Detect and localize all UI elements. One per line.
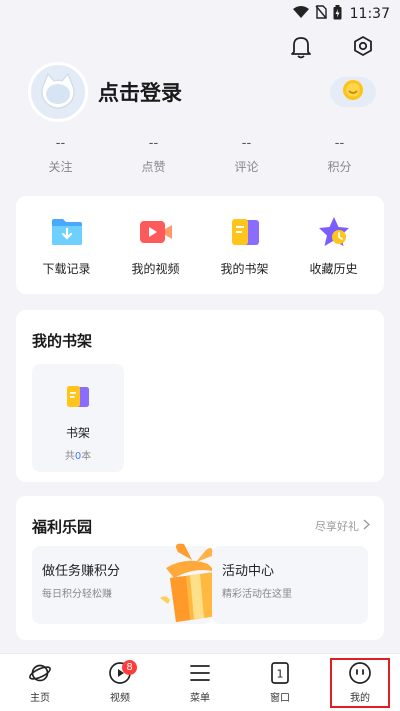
count-suffix: 本 (81, 451, 92, 462)
window-count: 1 (277, 668, 284, 681)
quick-action-videos[interactable]: 我的视频 (115, 214, 197, 277)
menu-icon (188, 661, 212, 685)
tab-windows[interactable]: 1 窗口 (250, 658, 310, 708)
chevron-right-icon (363, 519, 371, 533)
bookshelf-icon (63, 382, 93, 412)
tab-label: 菜单 (190, 693, 210, 704)
stat-value: -- (334, 136, 345, 151)
video-icon (138, 214, 174, 250)
stat-points[interactable]: -- 积分 (300, 134, 380, 182)
tab-home[interactable]: 主页 (10, 658, 70, 708)
welfare-title: 福利乐园 (32, 518, 93, 536)
stat-label: 积分 (327, 160, 352, 174)
top-actions (288, 34, 376, 60)
welfare-more-link[interactable]: 尽享好礼 (315, 518, 371, 534)
quick-action-label: 我的书架 (220, 261, 269, 276)
quick-action-label: 下载记录 (42, 261, 91, 276)
planet-icon (28, 661, 52, 685)
smiley-coin-icon (342, 79, 364, 105)
coin-button[interactable] (330, 77, 376, 107)
stat-comments[interactable]: -- 评论 (207, 134, 287, 182)
settings-hexagon-icon[interactable] (350, 34, 376, 60)
tab-menu[interactable]: 菜单 (170, 658, 230, 708)
activity-center-banner[interactable]: 活动中心 精彩活动在这里 (212, 546, 368, 624)
quick-action-bookshelf[interactable]: 我的书架 (204, 214, 286, 277)
wifi-icon (292, 5, 309, 23)
login-prompt[interactable]: 点击登录 (98, 77, 182, 107)
battery-icon (333, 4, 342, 24)
notification-bell-icon[interactable] (288, 34, 314, 60)
status-bar: 11:37 (0, 0, 400, 28)
avatar[interactable] (28, 62, 88, 122)
tab-label: 主页 (30, 693, 50, 704)
stat-follow[interactable]: -- 关注 (21, 134, 101, 182)
more-link-label: 尽享好礼 (315, 520, 359, 533)
tab-mine[interactable]: 我的 (330, 657, 390, 708)
banner-title: 活动中心 (222, 564, 275, 579)
stat-value: -- (148, 136, 159, 151)
tab-label: 窗口 (270, 693, 290, 704)
stat-label: 评论 (234, 160, 259, 174)
stat-likes[interactable]: -- 点赞 (114, 134, 194, 182)
profile-header[interactable]: 点击登录 (28, 62, 376, 122)
quick-action-history[interactable]: 收藏历史 (293, 214, 375, 277)
quick-action-label: 我的视频 (131, 261, 180, 276)
stat-value: -- (241, 136, 252, 151)
status-time: 11:37 (349, 6, 390, 22)
no-sim-icon (315, 5, 327, 23)
stat-label: 关注 (48, 160, 73, 174)
quick-action-downloads[interactable]: 下载记录 (26, 214, 108, 277)
stat-value: -- (55, 136, 66, 151)
stat-label: 点赞 (141, 160, 166, 174)
tab-label: 我的 (350, 693, 370, 704)
bottom-tab-bar: 主页 8 视频 菜单 1 窗口 我的 (0, 653, 400, 711)
quick-action-label: 收藏历史 (309, 261, 358, 276)
bookshelf-title: 我的书架 (32, 332, 93, 350)
welfare-card: 福利乐园 尽享好礼 做任务赚积分 每日积分轻松赚 活动中心 精彩活动在这里 (16, 496, 384, 640)
task-points-banner[interactable]: 做任务赚积分 每日积分轻松赚 (32, 543, 218, 624)
count-prefix: 共 (64, 451, 75, 462)
tab-label: 视频 (110, 693, 130, 704)
bookshelf-tile[interactable]: 书架 共0本 (32, 364, 124, 472)
banner-subtitle: 精彩活动在这里 (222, 589, 292, 600)
quick-actions-card: 下载记录 我的视频 我的书架 收藏历史 (16, 196, 384, 294)
star-history-icon (316, 214, 352, 250)
face-icon (348, 661, 372, 685)
video-count-badge: 8 (122, 659, 137, 675)
bookshelf-count: 共0本 (32, 447, 124, 462)
tab-video[interactable]: 8 视频 (90, 658, 150, 708)
bookshelf-icon (227, 214, 263, 250)
bookshelf-tile-label: 书架 (65, 426, 90, 440)
stats-row: -- 关注 -- 点赞 -- 评论 -- 积分 (14, 134, 386, 182)
window-icon: 1 (268, 661, 292, 685)
bookshelf-card: 我的书架 书架 共0本 (16, 310, 384, 482)
download-folder-icon (49, 214, 85, 250)
